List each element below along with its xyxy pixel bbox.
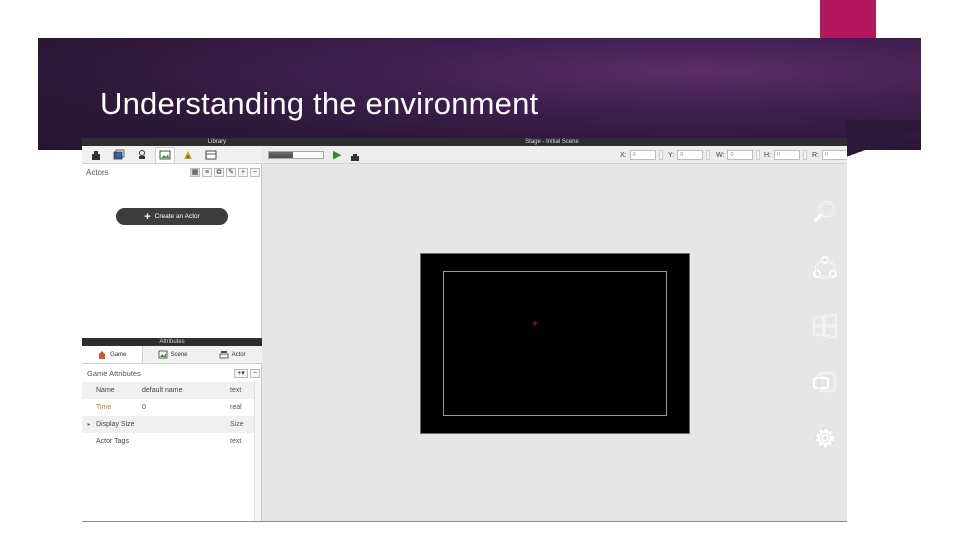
attr-name: Name [96, 387, 115, 394]
table-row[interactable]: Actor Tags text [82, 433, 254, 450]
expand-arrow-icon[interactable]: ▸ [82, 421, 96, 428]
r-input[interactable]: 0 [822, 150, 847, 160]
actors-header: Actors ▦ ≡ ⧉ ✎ + − [82, 165, 262, 179]
attr-name: Display Size [96, 421, 135, 428]
behaviors-tab-icon [139, 149, 145, 159]
camera-icon [351, 154, 359, 161]
delete-actor-button[interactable]: ✎ [226, 167, 236, 177]
home-icon [98, 351, 107, 359]
images-tab[interactable] [155, 146, 175, 163]
behaviors-tab[interactable] [132, 147, 152, 163]
remove-attribute-button[interactable]: − [250, 368, 260, 378]
search-icon[interactable] [811, 198, 839, 226]
scene-icon [158, 350, 167, 359]
scene-toolbar: ▶ X: 0 Y: 0 W: 0 H: 0 R: 0 [263, 146, 847, 164]
settings-icon[interactable] [811, 424, 839, 452]
r-label: R: [812, 151, 819, 159]
play-button[interactable]: ▶ [333, 149, 341, 161]
start-icon[interactable] [811, 312, 839, 340]
h-input[interactable]: 0 [774, 150, 800, 160]
tab-scene-label: Scene [170, 351, 188, 358]
plus-icon: + [144, 210, 151, 223]
x-field: X: 0 [620, 149, 663, 161]
images-tab-icon [159, 150, 171, 160]
scene-title: Stage - Initial Scene [525, 139, 579, 145]
tab-scene[interactable]: Scene [143, 346, 203, 363]
h-field: H: 0 [764, 149, 807, 161]
table-row[interactable]: ▸ Display Size Size [82, 416, 254, 433]
app-window: Library Stage - Initial Scene Actors ▦ ≡… [82, 138, 847, 522]
tab-game[interactable]: Game [82, 346, 143, 363]
origin-marker: + [532, 319, 538, 330]
sounds-tab[interactable] [178, 147, 198, 163]
duplicate-button[interactable]: ⧉ [214, 167, 224, 177]
camera-bounds [443, 271, 667, 416]
attr-type: text [230, 387, 242, 394]
game-attributes-label: Game Attributes [87, 368, 141, 378]
game-attributes-header: Game Attributes +▾ − [82, 366, 262, 380]
tab-actor-label: Actor [231, 351, 246, 358]
tab-actor[interactable]: Actor [202, 346, 262, 363]
w-stepper[interactable] [756, 150, 761, 160]
w-field: W: 0 [716, 149, 761, 161]
attr-type: Size [230, 421, 244, 428]
title-bar: Library Stage - Initial Scene [82, 138, 847, 146]
scenes-tab-icon [113, 149, 125, 159]
list-view-button[interactable]: ≡ [202, 167, 212, 177]
attributes-header: Attributes [82, 338, 262, 346]
h-stepper[interactable] [803, 150, 807, 160]
slide-title: Understanding the environment [100, 86, 539, 121]
actors-tab-icon [92, 150, 100, 160]
library-toolbar [82, 146, 262, 164]
attr-name: Actor Tags [96, 438, 129, 445]
r-field: R: 0 [812, 149, 847, 161]
attributes-tabs: Game Scene Actor [82, 346, 262, 364]
w-input[interactable]: 0 [727, 150, 754, 160]
library-panel: Actors ▦ ≡ ⧉ ✎ + − + Create an Actor Att… [82, 146, 262, 521]
sounds-tab-icon [184, 150, 192, 159]
attr-type: text [230, 438, 242, 445]
y-input[interactable]: 0 [677, 150, 704, 160]
attributes-scrollbar[interactable] [254, 382, 261, 521]
devices-icon[interactable] [811, 369, 839, 397]
attr-type: real [230, 404, 242, 411]
create-actor-button[interactable]: + Create an Actor [116, 208, 228, 225]
share-icon[interactable] [811, 255, 839, 283]
remove-actor-button[interactable]: − [250, 167, 260, 177]
banner-slant [846, 120, 921, 160]
grid-view-button[interactable]: ▦ [190, 167, 200, 177]
slide: Understanding the environment Library St… [0, 0, 960, 540]
x-input[interactable]: 0 [629, 150, 656, 160]
attr-value[interactable]: default name [142, 387, 230, 394]
x-stepper[interactable] [658, 150, 663, 160]
actors-label: Actors [86, 167, 109, 177]
camera-button[interactable] [350, 149, 360, 167]
tab-game-label: Game [110, 351, 127, 358]
y-field: Y: 0 [668, 149, 711, 161]
tables-tab-icon [205, 150, 217, 159]
table-row[interactable]: Time 0 real [82, 399, 254, 416]
h-label: H: [764, 151, 771, 159]
create-actor-label: Create an Actor [154, 213, 200, 220]
library-title: Library [207, 139, 227, 145]
y-label: Y: [668, 151, 675, 159]
tables-tab[interactable] [201, 147, 221, 163]
x-label: X: [620, 151, 627, 159]
scenes-tab[interactable] [109, 147, 129, 163]
add-actor-button[interactable]: + [238, 167, 248, 177]
y-stepper[interactable] [706, 150, 711, 160]
actor-icon [219, 351, 229, 359]
table-row[interactable]: Name default name text [82, 382, 254, 399]
add-attribute-button[interactable]: +▾ [234, 368, 248, 378]
attr-name: Time [96, 404, 112, 411]
scene-stage[interactable]: + [420, 253, 690, 434]
attributes-table: Name default name text Time 0 real ▸ Dis… [82, 382, 254, 450]
w-label: W: [716, 151, 725, 159]
actors-tab[interactable] [86, 147, 106, 163]
preview-progress [268, 151, 324, 159]
attr-value[interactable]: 0 [142, 404, 230, 411]
